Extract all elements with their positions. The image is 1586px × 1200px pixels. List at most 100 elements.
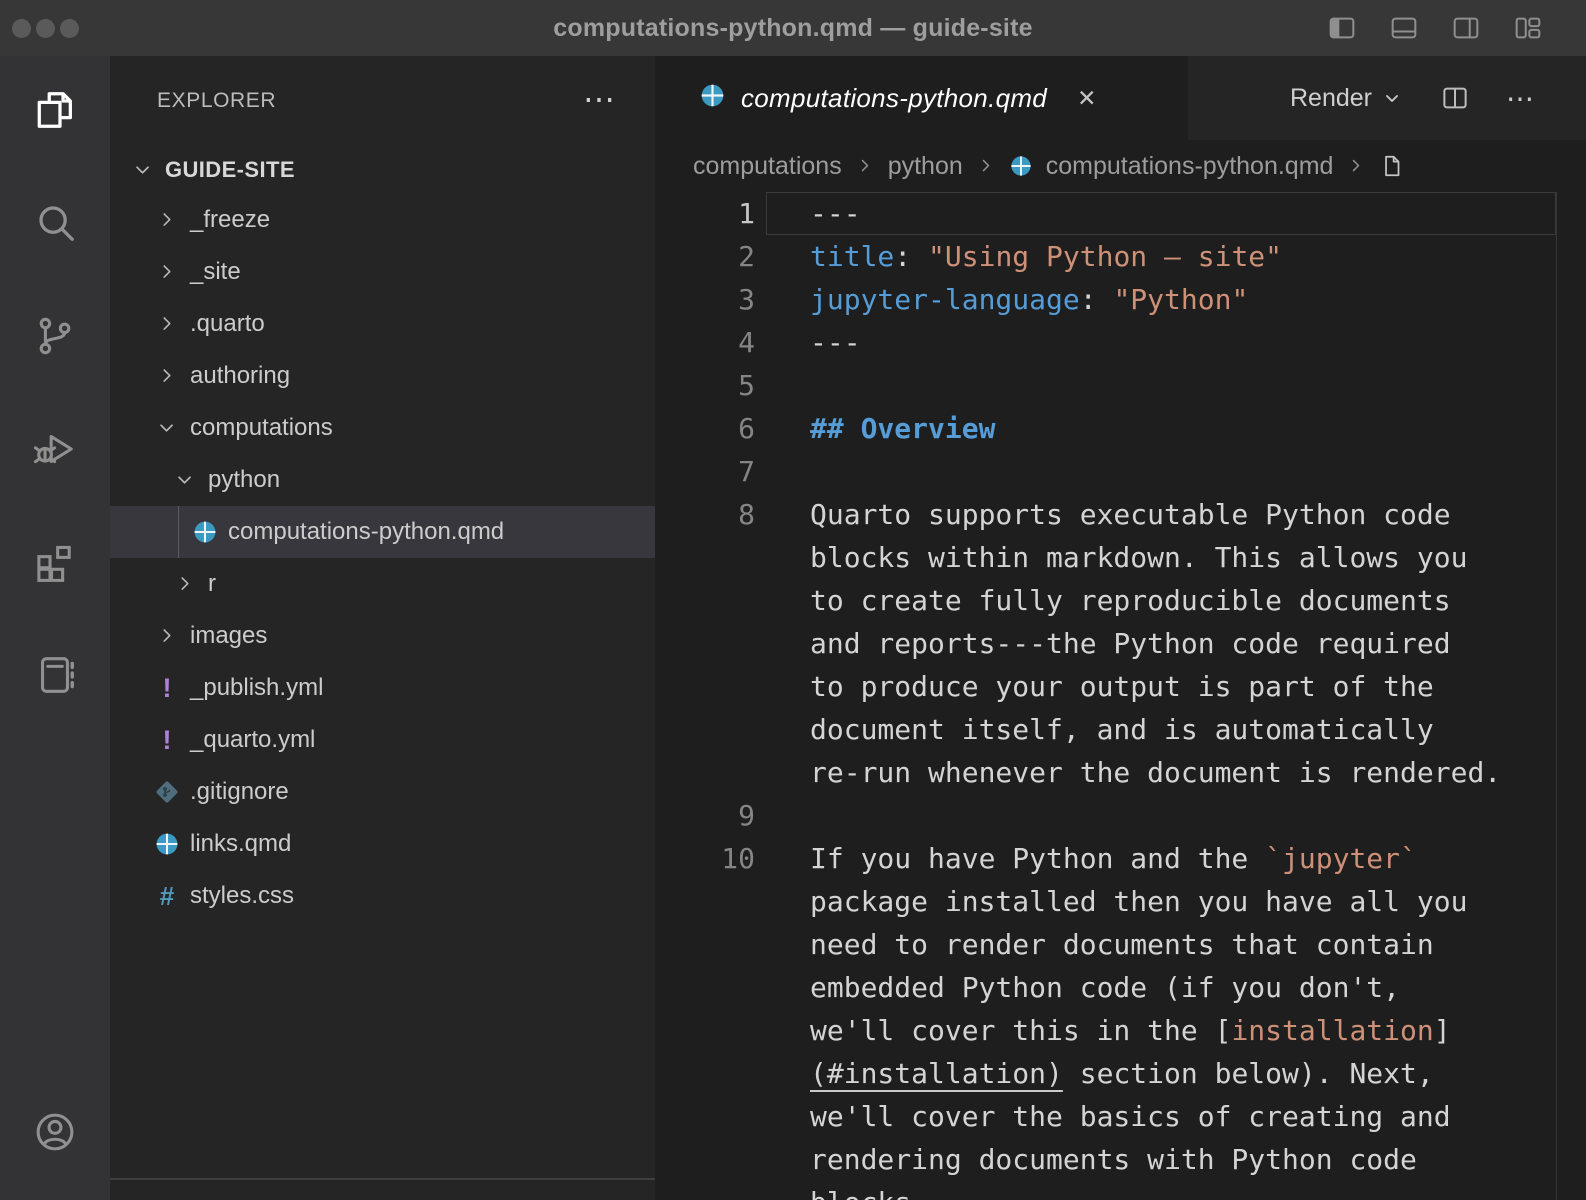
tab-label: computations-python.qmd: [741, 83, 1047, 114]
code-line: blocks.: [810, 1186, 928, 1200]
chevron-right-icon: [150, 625, 184, 647]
tree-item-computations-python-qmd[interactable]: computations-python.qmd: [110, 506, 655, 558]
tree-item-label: authoring: [190, 362, 290, 390]
tree-item-python[interactable]: python: [110, 454, 655, 506]
split-editor-icon[interactable]: [1440, 83, 1470, 113]
activitybar-item-source-control[interactable]: [0, 282, 110, 395]
render-label: Render: [1290, 84, 1372, 113]
search-icon: [32, 200, 78, 251]
code-row: blocks.: [655, 1181, 1586, 1200]
vscode-window: computations-python.qmd — guide-site: [0, 0, 1586, 1200]
tree-item--gitignore[interactable]: .gitignore: [110, 766, 655, 818]
customize-layout-icon[interactable]: [1510, 12, 1546, 44]
code-token: and reports---the Python code required: [810, 627, 1451, 660]
code-token: ---: [810, 326, 861, 359]
code-row: we'll cover this in the [installation]: [655, 1009, 1586, 1052]
render-button[interactable]: Render: [1290, 84, 1402, 113]
code-token: (#installation): [810, 1057, 1063, 1090]
tree-item--quarto-yml[interactable]: !_quarto.yml: [110, 714, 655, 766]
code-line: jupyter-language: "Python": [810, 283, 1248, 316]
code-token: title: [810, 240, 894, 273]
tree-item--quarto[interactable]: .quarto: [110, 298, 655, 350]
chevron-right-icon: [150, 261, 184, 283]
breadcrumb-item[interactable]: python: [888, 152, 963, 181]
qmd-file-icon: [1009, 154, 1033, 178]
code-token: `jupyter`: [1265, 842, 1417, 875]
code-line: re-run whenever the document is rendered…: [810, 756, 1501, 789]
file-symbol-icon: [1379, 153, 1405, 179]
toggle-secondary-sidebar-icon[interactable]: [1448, 12, 1484, 44]
code-row: 2title: "Using Python — site": [655, 235, 1586, 278]
code-token: ## Overview: [810, 412, 995, 445]
explorer-more-actions-button[interactable]: ⋯: [583, 80, 617, 118]
current-line-highlight: [766, 192, 1556, 235]
code-row: and reports---the Python code required: [655, 622, 1586, 665]
code-row: re-run whenever the document is rendered…: [655, 751, 1586, 794]
code-row: 3jupyter-language: "Python": [655, 278, 1586, 321]
code-row: rendering documents with Python code: [655, 1138, 1586, 1181]
tree-item--publish-yml[interactable]: !_publish.yml: [110, 662, 655, 714]
editor-more-actions-button[interactable]: ⋯: [1506, 82, 1536, 115]
activitybar-item-run-and-debug[interactable]: [0, 395, 110, 508]
code-row: package installed then you have all you: [655, 880, 1586, 923]
code-line: we'll cover the basics of creating and: [810, 1100, 1451, 1133]
chevron-down-icon: [168, 469, 202, 491]
code-token: document itself, and is automatically: [810, 713, 1434, 746]
tree-item--site[interactable]: _site: [110, 246, 655, 298]
chevron-right-icon: [150, 365, 184, 387]
code-token: :: [1080, 283, 1114, 316]
indent-guide: [178, 506, 179, 558]
breadcrumbs: computations python computations-python.q…: [655, 140, 1586, 192]
code-row: we'll cover the basics of creating and: [655, 1095, 1586, 1138]
editor-group: computations-python.qmd ✕ Render ⋯ compu…: [655, 56, 1586, 1200]
code-row: to create fully reproducible documents: [655, 579, 1586, 622]
tree-root-label: GUIDE-SITE: [165, 157, 295, 183]
tree-item-computations[interactable]: computations: [110, 402, 655, 454]
toggle-panel-icon[interactable]: [1386, 12, 1422, 44]
code-row: (#installation) section below). Next,: [655, 1052, 1586, 1095]
code-token: we'll cover the basics of creating and: [810, 1100, 1451, 1133]
tree-item-authoring[interactable]: authoring: [110, 350, 655, 402]
tab-strip: Render ⋯: [1188, 56, 1586, 140]
tree-item-label: computations-python.qmd: [228, 518, 504, 546]
activitybar-item-extensions[interactable]: [0, 508, 110, 621]
activitybar-item-account[interactable]: [32, 1109, 78, 1160]
tree-root-guide-site[interactable]: GUIDE-SITE: [110, 146, 655, 194]
code-line: package installed then you have all you: [810, 885, 1467, 918]
activity-bar: [0, 56, 110, 1200]
chevron-down-icon: [150, 417, 184, 439]
tree-item-images[interactable]: images: [110, 610, 655, 662]
chevron-right-icon: [1346, 156, 1366, 176]
code-row: to produce your output is part of the: [655, 665, 1586, 708]
line-number: 2: [655, 240, 755, 273]
tree-item--freeze[interactable]: _freeze: [110, 194, 655, 246]
css-file-icon: #: [150, 881, 184, 912]
toggle-primary-sidebar-icon[interactable]: [1324, 12, 1360, 44]
code-token: If you have Python and the: [810, 842, 1265, 875]
code-line: blocks within markdown. This allows you: [810, 541, 1467, 574]
code-row: 5: [655, 364, 1586, 407]
layout-controls: [1324, 12, 1546, 44]
code-row: 10If you have Python and the `jupyter`: [655, 837, 1586, 880]
close-tab-icon[interactable]: ✕: [1077, 85, 1096, 112]
tab-computations-python[interactable]: computations-python.qmd ✕: [655, 56, 1188, 140]
activitybar-item-notebook[interactable]: [0, 621, 110, 734]
code-token: blocks.: [810, 1186, 928, 1200]
qmd-file-icon: [150, 831, 184, 857]
files-icon: [32, 87, 78, 138]
tree-item-label: python: [208, 466, 280, 494]
code-editor[interactable]: 1---2title: "Using Python — site"3jupyte…: [655, 192, 1586, 1200]
tree-item-styles-css[interactable]: #styles.css: [110, 870, 655, 922]
code-row: 4---: [655, 321, 1586, 364]
breadcrumb-item[interactable]: computations-python.qmd: [1046, 152, 1334, 181]
outline-section-header[interactable]: OUTLINE: [110, 1184, 655, 1200]
chevron-down-icon: [1382, 88, 1402, 108]
tree-item-r[interactable]: r: [110, 558, 655, 610]
breadcrumb-item[interactable]: computations: [693, 152, 842, 181]
code-line: ---: [810, 326, 861, 359]
activitybar-item-search[interactable]: [0, 169, 110, 282]
code-line: document itself, and is automatically: [810, 713, 1434, 746]
tree-item-links-qmd[interactable]: links.qmd: [110, 818, 655, 870]
activitybar-item-explorer[interactable]: [0, 56, 110, 169]
tree-item-label: styles.css: [190, 882, 294, 910]
